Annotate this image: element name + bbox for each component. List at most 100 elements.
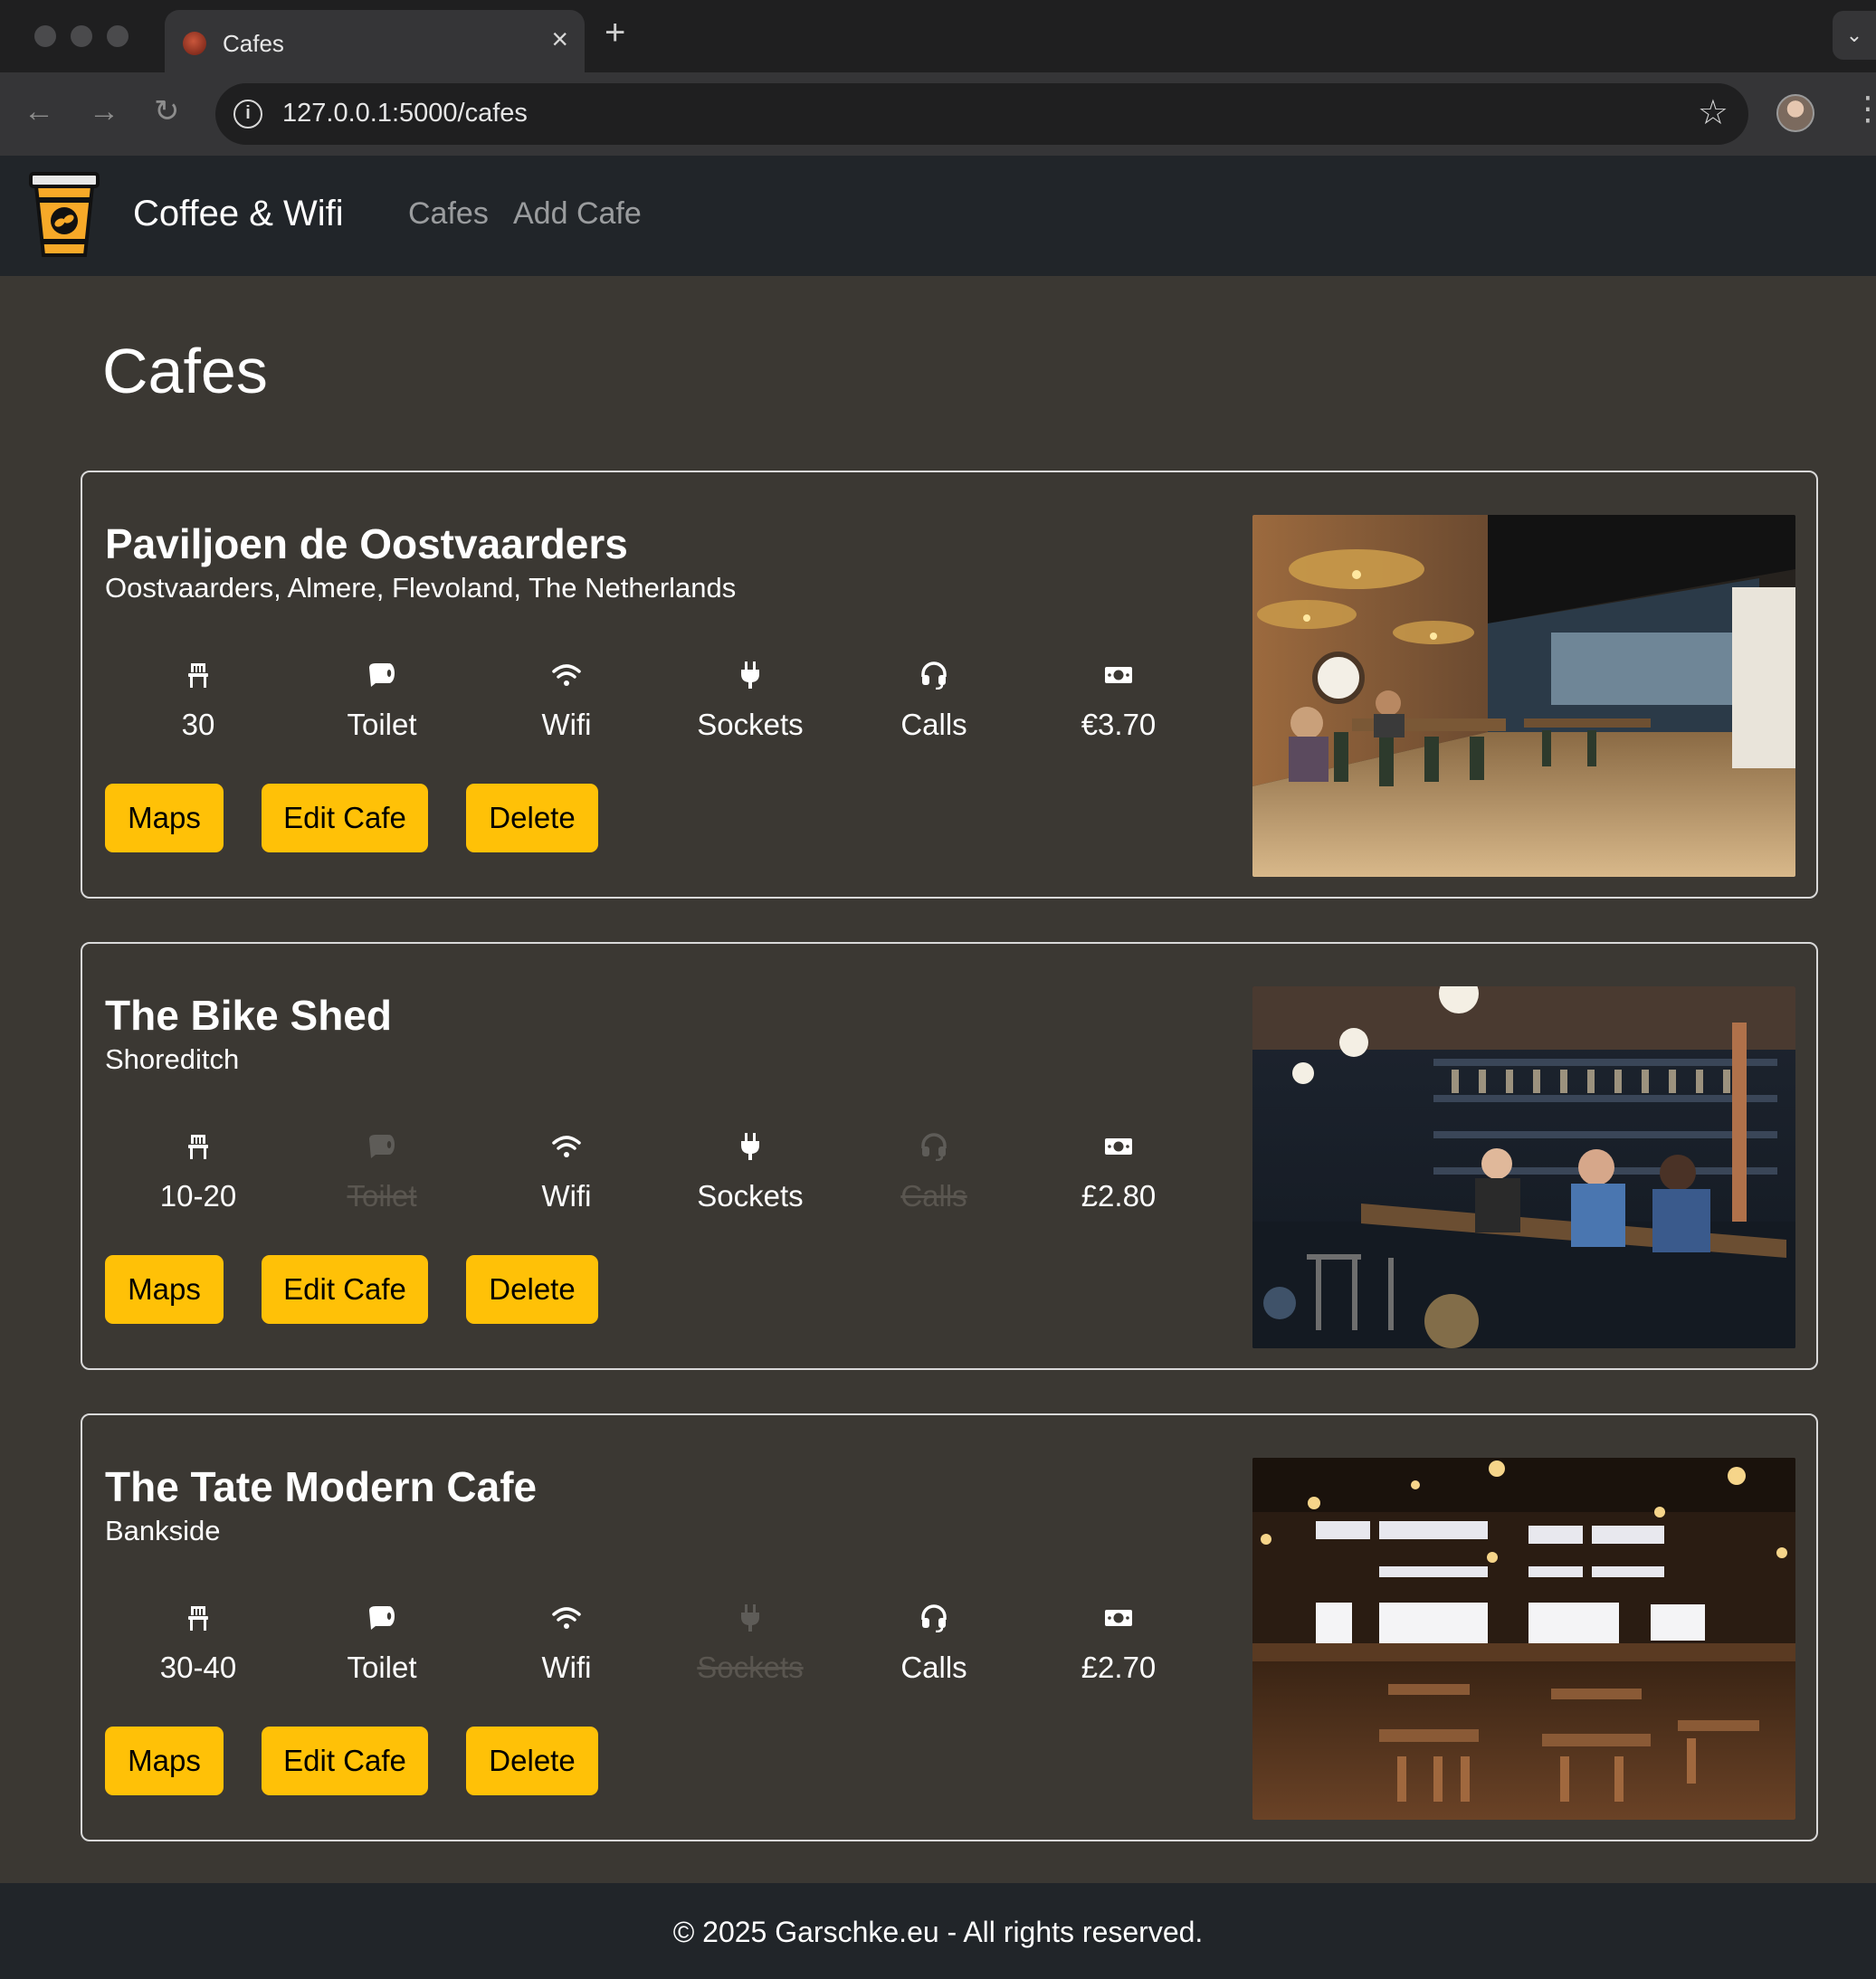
tab-title: Cafes [223, 30, 284, 57]
plug-icon [678, 1132, 823, 1177]
cafe-location: Shoreditch [105, 1043, 240, 1075]
nav-link-add-cafe[interactable]: Add Cafe [513, 196, 642, 232]
headset-icon [862, 1132, 1006, 1177]
cafe-card: The Tate Modern Cafe Bankside 30-40 Toil… [81, 1413, 1818, 1841]
headset-icon [862, 661, 1006, 706]
headset-icon [862, 1603, 1006, 1649]
money-icon [1046, 661, 1191, 706]
address-bar[interactable]: i 127.0.0.1:5000/cafes ☆ [215, 83, 1748, 145]
wifi-label: Wifi [541, 1651, 592, 1684]
seats-value: 10-20 [159, 1179, 237, 1213]
app-navbar: Coffee & Wifi Cafes Add Cafe [0, 156, 1876, 276]
coffee-bean-favicon-icon [183, 32, 206, 55]
coffee-price: £2.70 [1081, 1651, 1157, 1684]
back-arrow-icon[interactable]: ← [24, 96, 54, 127]
toilet-feature: Toilet [309, 1599, 454, 1685]
delete-cafe-button[interactable]: Delete [466, 1255, 598, 1324]
toilet-label: Toilet [347, 708, 417, 741]
chair-icon [126, 661, 271, 706]
cafe-card: Paviljoen de Oostvaarders Oostvaarders, … [81, 471, 1818, 899]
calls-label: Calls [900, 1179, 967, 1213]
url-text[interactable]: 127.0.0.1:5000/cafes [282, 99, 528, 128]
new-tab-icon[interactable]: + [605, 14, 625, 51]
price-feature: £2.70 [1046, 1599, 1191, 1685]
window-minimize-dot[interactable] [71, 25, 92, 47]
wifi-icon [494, 661, 639, 706]
calls-feature: Calls [862, 656, 1006, 742]
maps-button[interactable]: Maps [105, 784, 224, 852]
seats-feature: 30 [126, 656, 271, 742]
window-close-dot[interactable] [34, 25, 56, 47]
edit-cafe-button[interactable]: Edit Cafe [262, 1255, 428, 1324]
cafe-name: The Tate Modern Cafe [105, 1463, 538, 1510]
browser-menu-icon[interactable]: ⋮ [1852, 92, 1876, 125]
page-footer: © 2025 Garschke.eu - All rights reserved… [0, 1883, 1876, 1979]
toilet-paper-icon [309, 661, 454, 706]
cafe-card: The Bike Shed Shoreditch 10-20 Toilet Wi… [81, 942, 1818, 1370]
wifi-label: Wifi [541, 708, 592, 741]
maps-button[interactable]: Maps [105, 1727, 224, 1795]
wifi-label: Wifi [541, 1179, 592, 1213]
price-feature: £2.80 [1046, 1127, 1191, 1213]
sockets-label: Sockets [697, 708, 804, 741]
coffee-cup-logo-icon[interactable] [27, 170, 101, 261]
close-tab-icon[interactable]: × [551, 24, 568, 53]
wifi-feature: Wifi [494, 1127, 639, 1213]
site-info-icon[interactable]: i [233, 100, 262, 128]
cafe-name: Paviljoen de Oostvaarders [105, 520, 628, 567]
toilet-paper-icon [309, 1603, 454, 1649]
price-feature: €3.70 [1046, 656, 1191, 742]
sockets-label: Sockets [697, 1179, 804, 1213]
profile-avatar[interactable] [1776, 94, 1814, 132]
toilet-label: Toilet [347, 1179, 417, 1213]
wifi-icon [494, 1603, 639, 1649]
toilet-feature: Toilet [309, 1127, 454, 1213]
bookmark-star-icon[interactable]: ☆ [1698, 92, 1728, 133]
money-icon [1046, 1132, 1191, 1177]
maps-button[interactable]: Maps [105, 1255, 224, 1324]
poop-icon [309, 1132, 454, 1177]
wifi-feature: Wifi [494, 1599, 639, 1685]
cafe-photo [1252, 515, 1795, 877]
toilet-label: Toilet [347, 1651, 417, 1684]
cafe-photo [1252, 1458, 1795, 1820]
cafe-location: Bankside [105, 1515, 221, 1546]
chair-icon [126, 1603, 271, 1649]
sockets-feature: Sockets [678, 1599, 823, 1685]
brand-title[interactable]: Coffee & Wifi [133, 194, 344, 234]
edit-cafe-button[interactable]: Edit Cafe [262, 1727, 428, 1795]
browser-tab-bar: Cafes × + ⌄ [0, 0, 1876, 72]
reload-icon[interactable]: ↻ [154, 96, 180, 127]
toilet-feature: Toilet [309, 656, 454, 742]
browser-tab[interactable]: Cafes × [165, 10, 585, 72]
sockets-feature: Sockets [678, 656, 823, 742]
sockets-feature: Sockets [678, 1127, 823, 1213]
browser-toolbar: ← → ↻ i 127.0.0.1:5000/cafes ☆ ⋮ [0, 72, 1876, 156]
coffee-price: £2.80 [1081, 1179, 1157, 1213]
page-title: Cafes [102, 336, 268, 406]
calls-label: Calls [900, 1651, 967, 1684]
delete-cafe-button[interactable]: Delete [466, 784, 598, 852]
chair-icon [126, 1132, 271, 1177]
seats-feature: 30-40 [126, 1599, 271, 1685]
seats-feature: 10-20 [126, 1127, 271, 1213]
delete-cafe-button[interactable]: Delete [466, 1727, 598, 1795]
seats-value: 30-40 [159, 1651, 237, 1684]
calls-feature: Calls [862, 1599, 1006, 1685]
seats-value: 30 [181, 708, 215, 741]
copyright-text: © 2025 Garschke.eu - All rights reserved… [672, 1916, 1204, 1948]
cafe-photo [1252, 986, 1795, 1348]
window-zoom-dot[interactable] [107, 25, 129, 47]
money-icon [1046, 1603, 1191, 1649]
edit-cafe-button[interactable]: Edit Cafe [262, 784, 428, 852]
cafe-name: The Bike Shed [105, 992, 392, 1039]
wifi-icon [494, 1132, 639, 1177]
calls-label: Calls [900, 708, 967, 741]
wifi-feature: Wifi [494, 656, 639, 742]
plug-icon [678, 1603, 823, 1649]
forward-arrow-icon[interactable]: → [89, 96, 119, 127]
cafe-location: Oostvaarders, Almere, Flevoland, The Net… [105, 572, 737, 604]
calls-feature: Calls [862, 1127, 1006, 1213]
nav-link-cafes[interactable]: Cafes [408, 196, 489, 232]
tab-search-chevron-icon[interactable]: ⌄ [1833, 11, 1876, 60]
